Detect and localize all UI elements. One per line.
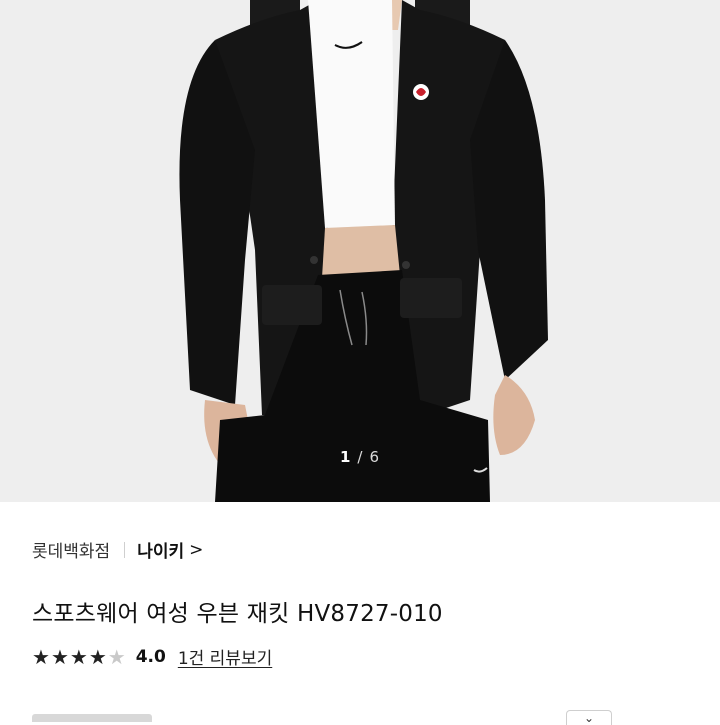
image-counter-total: 6 <box>369 448 381 466</box>
breadcrumb-divider <box>124 541 126 558</box>
star-filled-icon: ★ <box>50 644 69 669</box>
rating-row: ★ ★ ★ ★ ★ 4.0 1건 리뷰보기 <box>32 644 272 670</box>
image-counter-separator: / <box>357 448 364 466</box>
star-empty-icon: ★ <box>107 644 126 669</box>
chevron-down-icon[interactable]: ⌄ <box>566 710 612 725</box>
rating-score: 4.0 <box>135 646 166 667</box>
view-reviews-link[interactable]: 1건 리뷰보기 <box>178 644 272 669</box>
product-title: 스포츠웨어 여성 우븐 재킷 HV8727-010 <box>32 601 443 627</box>
product-info: 롯데백화점 나이키 > 스포츠웨어 여성 우븐 재킷 HV8727-010 ★ ★… <box>0 502 720 725</box>
seller-breadcrumb: 롯데백화점 나이키 > <box>32 537 203 563</box>
product-photo <box>0 0 720 502</box>
price-peek <box>32 714 152 722</box>
store-name[interactable]: 롯데백화점 <box>32 537 110 562</box>
star-rating: ★ ★ ★ ★ ★ <box>32 647 126 667</box>
product-image-carousel[interactable]: 1 / 6 <box>0 0 720 502</box>
star-filled-icon: ★ <box>88 644 107 669</box>
star-filled-icon: ★ <box>69 644 88 669</box>
chevron-right-icon[interactable]: > <box>189 540 203 560</box>
image-counter-current: 1 <box>339 448 352 466</box>
image-counter: 1 / 6 <box>0 448 720 466</box>
star-filled-icon: ★ <box>32 644 50 669</box>
brand-link[interactable]: 나이키 <box>137 537 184 562</box>
